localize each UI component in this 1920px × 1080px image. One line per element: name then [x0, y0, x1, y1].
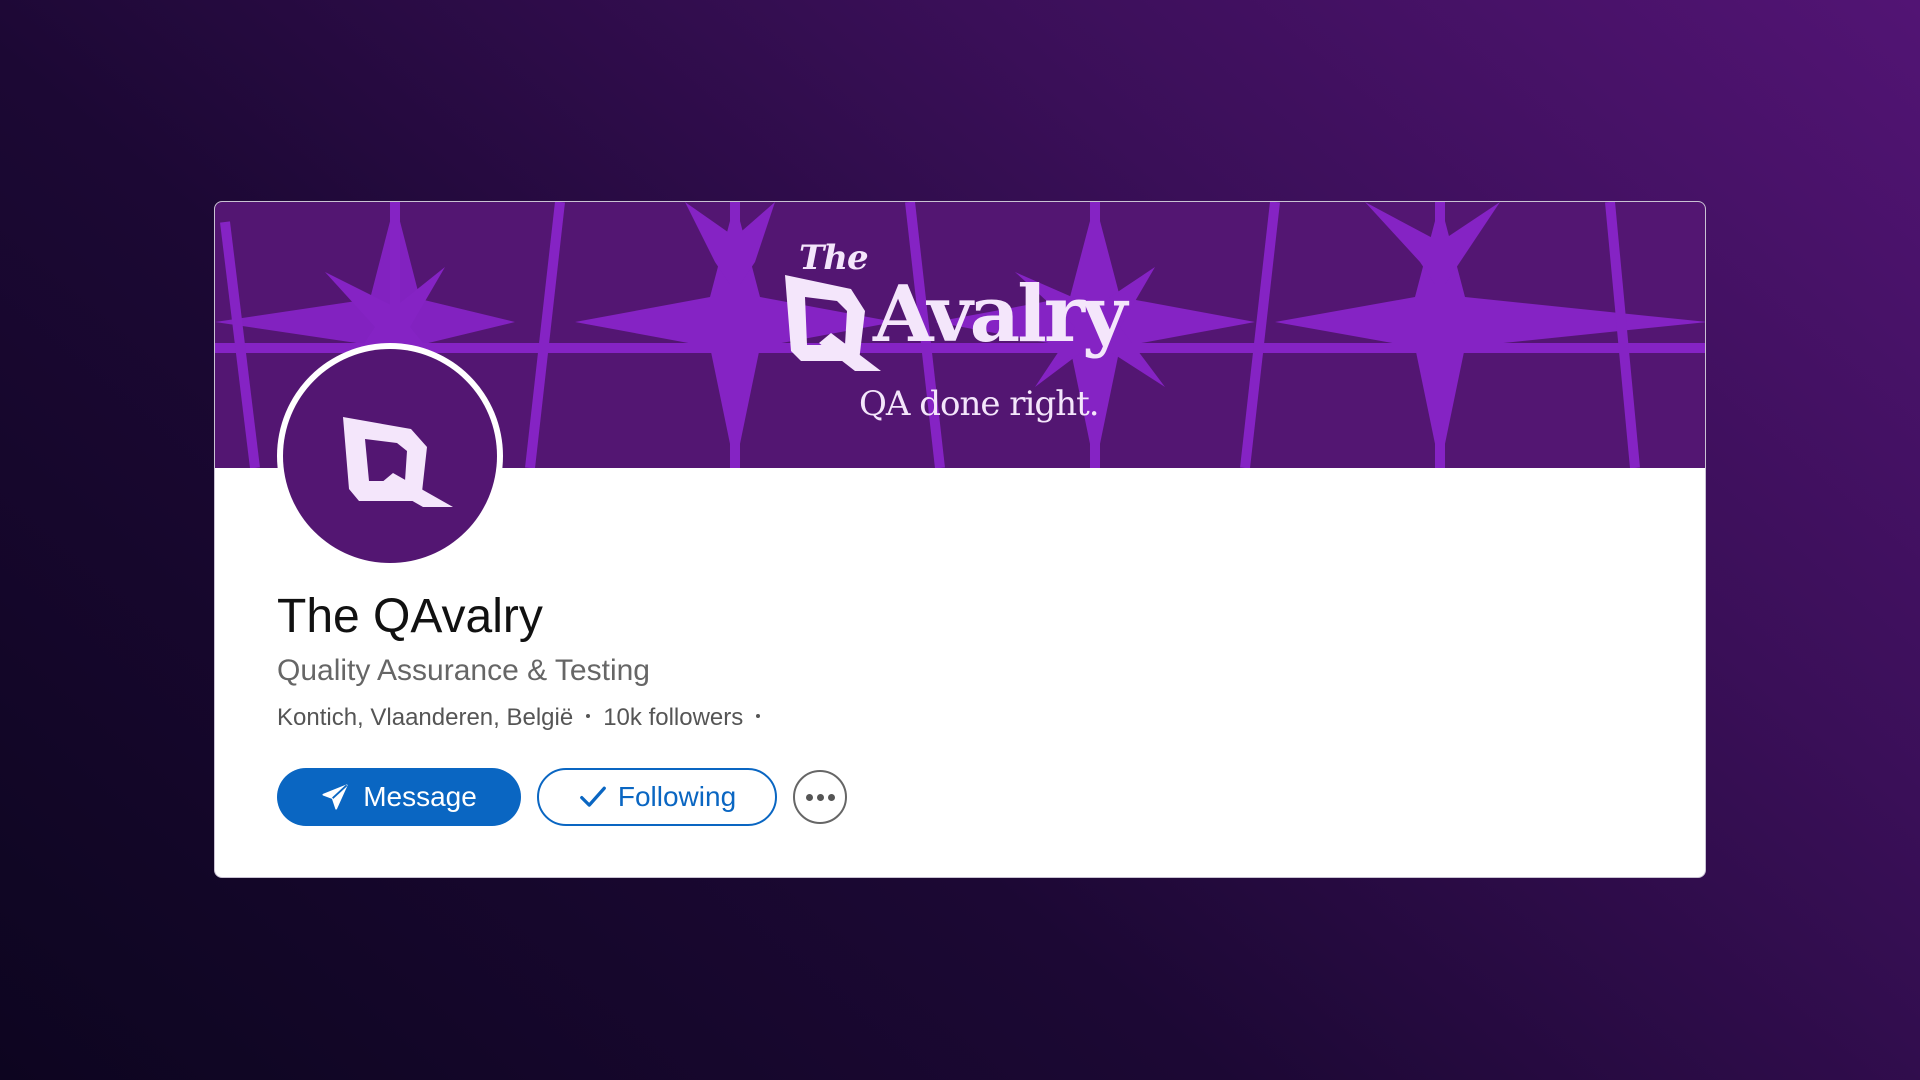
more-options-button[interactable]	[793, 770, 847, 824]
message-button-label: Message	[363, 781, 477, 812]
separator-dot	[756, 714, 761, 718]
checkmark-icon	[579, 786, 606, 807]
company-meta: Kontich, Vlaanderen, België 10k follower…	[277, 704, 773, 732]
profile-actions: Message Following	[277, 768, 847, 826]
more-horizontal-icon	[805, 793, 813, 801]
message-button[interactable]: Message	[277, 768, 521, 826]
avatar-logo	[283, 349, 497, 563]
brand-name-text: Avalry	[873, 269, 1127, 360]
company-avatar[interactable]	[277, 343, 503, 569]
followers-count[interactable]: 10k followers	[603, 704, 743, 732]
company-location: Kontich, Vlaanderen, België	[277, 704, 574, 731]
following-button-label: Following	[617, 781, 737, 812]
separator-dot	[586, 714, 591, 718]
following-button[interactable]: Following	[537, 768, 777, 826]
company-profile-card: The Avalry QA done right. The QAvalry Qu…	[214, 201, 1706, 878]
company-industry: Quality Assurance & Testing	[277, 654, 650, 687]
company-name: The QAvalry	[277, 590, 543, 643]
qavalry-logo-icon	[343, 417, 453, 507]
brand-tagline: QA done right.	[859, 384, 1100, 424]
send-icon	[322, 784, 348, 810]
qavalry-mark-icon	[785, 275, 881, 371]
